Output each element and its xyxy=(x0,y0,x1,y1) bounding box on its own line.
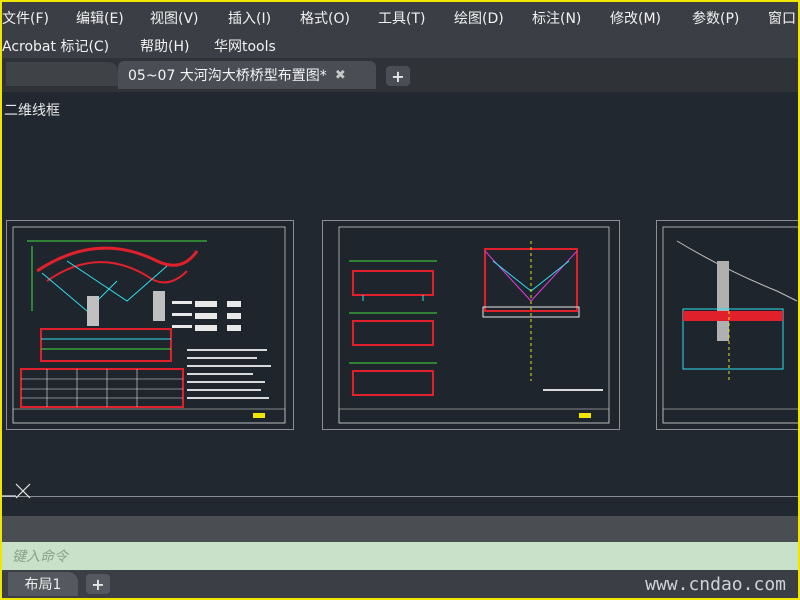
menu-window[interactable]: 窗口 xyxy=(768,8,796,28)
sheet-1-drawing xyxy=(12,226,286,424)
drawing-canvas[interactable]: 二维线框 xyxy=(2,92,800,516)
command-input[interactable]: 键入命令 xyxy=(12,546,68,566)
menu-file[interactable]: 文件(F) xyxy=(2,8,49,28)
add-layout-button[interactable]: + xyxy=(86,574,110,594)
tab-layout1[interactable]: 布局1 xyxy=(8,572,78,596)
command-history-area xyxy=(2,516,798,542)
command-line[interactable]: 键入命令 xyxy=(2,542,798,570)
menu-tools[interactable]: 工具(T) xyxy=(378,8,425,28)
menu-parametric[interactable]: 参数(P) xyxy=(692,8,739,28)
sheet-2-drawing xyxy=(338,226,610,424)
canvas-border-line xyxy=(2,496,798,497)
tab-drawing-title: 05~07 大河沟大桥桥型布置图* xyxy=(128,68,327,84)
drawing-sheet-2[interactable] xyxy=(322,220,620,430)
tab-drawing[interactable]: 05~07 大河沟大桥桥型布置图* ✖ xyxy=(118,61,376,89)
menu-acrobat[interactable]: Acrobat 标记(C) xyxy=(2,36,109,56)
menu-draw[interactable]: 绘图(D) xyxy=(454,8,504,28)
watermark: www.cndao.com xyxy=(645,574,786,595)
drawing-sheet-1[interactable] xyxy=(6,220,294,430)
menu-dimension[interactable]: 标注(N) xyxy=(532,8,581,28)
viewport-visual-style-label[interactable]: 二维线框 xyxy=(4,100,60,120)
menu-insert[interactable]: 插入(I) xyxy=(228,8,271,28)
sheet-3-drawing xyxy=(662,226,800,424)
new-tab-button[interactable]: + xyxy=(386,66,410,86)
document-tab-bar: 05~07 大河沟大桥桥型布置图* ✖ + xyxy=(2,58,798,92)
menu-format[interactable]: 格式(O) xyxy=(300,8,350,28)
ucs-icon xyxy=(2,483,31,499)
close-icon[interactable]: ✖ xyxy=(335,68,346,83)
menu-help[interactable]: 帮助(H) xyxy=(140,36,189,56)
drawing-sheet-3[interactable] xyxy=(656,220,800,430)
layout-tab-bar: 布局1 + www.cndao.com xyxy=(2,570,798,598)
menu-view[interactable]: 视图(V) xyxy=(150,8,199,28)
menu-modify[interactable]: 修改(M) xyxy=(610,8,661,28)
menu-edit[interactable]: 编辑(E) xyxy=(76,8,124,28)
menu-huawang-tools[interactable]: 华网tools xyxy=(214,36,276,56)
tab-start[interactable] xyxy=(6,62,118,86)
menu-bar: 文件(F) 编辑(E) 视图(V) 插入(I) 格式(O) 工具(T) 绘图(D… xyxy=(2,2,798,58)
